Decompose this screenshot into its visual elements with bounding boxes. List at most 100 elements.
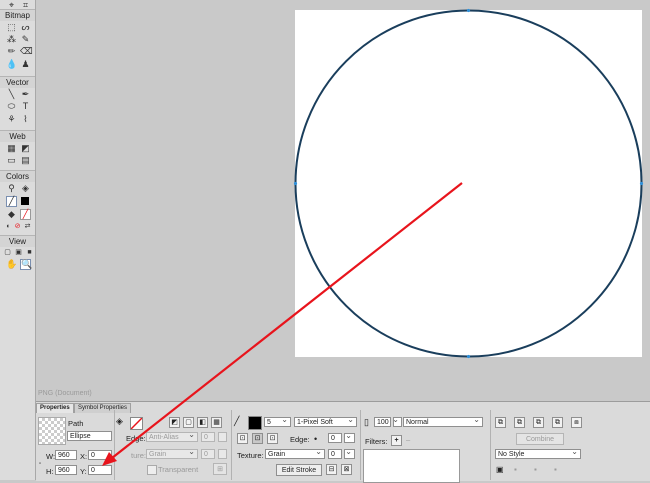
line-icon[interactable]: ╲ <box>6 89 17 100</box>
stroke-size-field[interactable]: 5 <box>264 417 291 427</box>
bring-forward-icon[interactable]: ⧉ <box>514 417 525 428</box>
fill-bucket-icon[interactable]: ◈ <box>116 416 123 427</box>
fill-color-icon[interactable]: ◆ <box>6 209 17 220</box>
section-title-colors: Colors <box>0 170 35 182</box>
fill-edge-amount-dropdown[interactable] <box>218 432 227 442</box>
section-title-web: Web <box>0 130 35 142</box>
full-screen-menu-icon[interactable]: ▣ <box>13 247 24 258</box>
blur-icon[interactable]: 💧 <box>6 59 17 70</box>
stroke-type-dropdown[interactable]: 1-Pixel Soft <box>294 417 357 427</box>
edit-fill-button[interactable]: ⊞ <box>213 463 227 475</box>
transparent-checkbox[interactable] <box>147 465 157 475</box>
stroke-edge-label: Edge: <box>290 435 310 444</box>
lasso-icon[interactable]: ᔕ <box>20 22 31 33</box>
eyedropper-icon[interactable]: ⚲ <box>6 183 17 194</box>
send-to-back-icon[interactable]: ⧉ <box>552 417 563 428</box>
stroke-option-icon[interactable]: ⊟ <box>326 464 337 475</box>
text-icon[interactable]: T <box>20 101 31 112</box>
opacity-icon: ▯ <box>364 417 369 427</box>
stroke-swatch[interactable] <box>21 197 29 205</box>
bring-to-front-icon[interactable]: ⧉ <box>495 417 506 428</box>
fill-solid-icon[interactable]: ▢ <box>183 417 194 428</box>
stroke-outside-icon[interactable]: ⊡ <box>267 433 278 444</box>
fill-edge-amount[interactable]: 0 <box>201 432 215 442</box>
stroke-texture-amount-dropdown[interactable] <box>344 449 355 459</box>
brush-icon[interactable]: ✎ <box>20 34 31 45</box>
y-label: Y: <box>80 467 87 476</box>
remove-filter-icon[interactable]: – <box>406 435 410 444</box>
style-option-icon[interactable]: ▪ <box>514 465 517 474</box>
divider <box>114 410 115 480</box>
hand-icon[interactable]: ✋ <box>6 259 17 270</box>
fill-texture-amount[interactable]: 0 <box>201 449 215 459</box>
new-style-icon[interactable]: ▣ <box>496 465 504 474</box>
stroke-edge-field[interactable]: 0 <box>328 433 342 443</box>
marquee-icon[interactable]: ⬚ <box>6 22 17 33</box>
section-title-bitmap: Bitmap <box>0 9 35 21</box>
show-slices-icon[interactable]: ▤ <box>20 155 31 166</box>
stroke-color-icon[interactable]: ╱ <box>6 196 17 207</box>
fill-pattern-icon[interactable]: ▦ <box>211 417 222 428</box>
freeform-icon[interactable]: ⚘ <box>6 114 17 125</box>
stroke-pencil-icon[interactable]: ╱ <box>234 416 239 427</box>
stroke-inside-icon[interactable]: ⊡ <box>237 433 248 444</box>
filters-list[interactable] <box>363 449 460 483</box>
zoom-icon[interactable]: 🔍 <box>20 259 32 270</box>
stroke-texture-amount[interactable]: 0 <box>328 449 342 459</box>
swap-colors-icon[interactable]: ⇄ <box>22 221 33 232</box>
stroke-edge-dot-icon: • <box>314 434 318 444</box>
fill-swatch-none[interactable]: ╱ <box>20 209 31 220</box>
constrain-proportions-icon[interactable]: ▫ <box>39 461 41 467</box>
blend-mode-dropdown[interactable]: Normal <box>403 417 483 427</box>
style-dropdown[interactable]: No Style <box>495 449 581 459</box>
hide-slices-icon[interactable]: ▭ <box>6 155 17 166</box>
eraser-icon[interactable]: ⌫ <box>20 46 33 57</box>
tools-panel: ⌖ ⌗ Bitmap ⬚ ᔕ ⁂ ✎ ✏ ⌫ 💧 ♟ Vector ╲ ✒ ⬭ … <box>0 0 36 480</box>
opacity-field[interactable]: 100 <box>374 417 391 427</box>
y-field[interactable]: 0 <box>88 465 112 475</box>
full-screen-icon[interactable]: ■ <box>24 247 35 258</box>
pen-icon[interactable]: ✒ <box>20 89 31 100</box>
style-option2-icon[interactable]: ▪ <box>534 465 537 474</box>
slice-icon[interactable]: ◩ <box>20 143 31 154</box>
opacity-dropdown[interactable] <box>393 417 402 427</box>
add-filter-icon[interactable]: + <box>391 435 402 446</box>
stroke-color-swatch[interactable] <box>248 416 262 430</box>
stroke-option2-icon[interactable]: ⊠ <box>341 464 352 475</box>
stroke-center-icon[interactable]: ⊡ <box>252 433 263 444</box>
stroke-texture-label: Texture: <box>237 451 264 460</box>
standard-screen-icon[interactable]: ▢ <box>2 247 13 258</box>
filters-label: Filters: <box>365 437 388 446</box>
fill-texture-dropdown[interactable]: Grain <box>146 449 198 459</box>
fill-gradient-icon[interactable]: ◧ <box>197 417 208 428</box>
fill-texture-amount-dropdown[interactable] <box>218 449 227 459</box>
tab-symbol-properties[interactable]: Symbol Properties <box>74 403 132 413</box>
hotspot-icon[interactable]: ▦ <box>6 143 17 154</box>
paint-bucket-icon[interactable]: ◈ <box>20 183 31 194</box>
arrange-menu-icon[interactable]: ⧈ <box>571 417 582 428</box>
divider <box>231 410 232 480</box>
fill-none-icon[interactable]: ◩ <box>169 417 180 428</box>
width-field[interactable]: 960 <box>55 450 77 460</box>
pencil-icon[interactable]: ✏ <box>6 46 17 57</box>
stroke-texture-dropdown[interactable]: Grain <box>265 449 325 459</box>
x-field[interactable]: 0 <box>88 450 112 460</box>
ellipse-tool-icon[interactable]: ⬭ <box>6 101 17 112</box>
h-label: H: <box>46 467 54 476</box>
knife-icon[interactable]: ⌇ <box>20 114 31 125</box>
edit-stroke-button[interactable]: Edit Stroke <box>276 464 322 476</box>
delete-style-icon[interactable]: ▪ <box>554 465 557 474</box>
fill-texture-label: ture: <box>131 451 147 460</box>
magic-wand-icon[interactable]: ⁂ <box>6 34 17 45</box>
fill-edge-dropdown[interactable]: Anti-Alias <box>146 432 198 442</box>
tab-properties[interactable]: Properties <box>36 403 74 413</box>
fill-color-none-swatch[interactable] <box>130 417 143 430</box>
rubber-stamp-icon[interactable]: ♟ <box>20 59 31 70</box>
stroke-edge-dropdown[interactable] <box>344 433 355 443</box>
document-canvas[interactable] <box>295 10 642 357</box>
divider <box>360 410 361 480</box>
object-name-field[interactable]: Ellipse <box>67 431 112 441</box>
height-field[interactable]: 960 <box>55 465 77 475</box>
combine-button[interactable]: Combine <box>516 433 564 445</box>
send-backward-icon[interactable]: ⧉ <box>533 417 544 428</box>
